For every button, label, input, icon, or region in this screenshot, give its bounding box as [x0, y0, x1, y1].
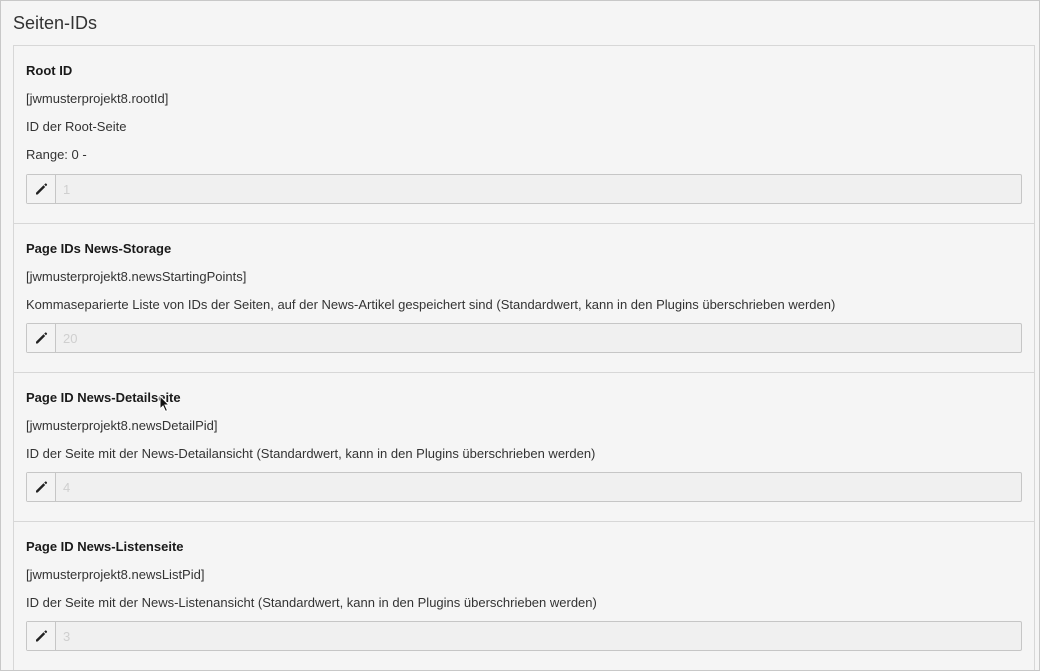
root-id-field — [26, 174, 1022, 204]
setting-news-storage: Page IDs News-Storage [jwmusterprojekt8.… — [14, 224, 1034, 373]
edit-news-list-page-button[interactable] — [27, 622, 56, 650]
setting-description: Kommaseparierte Liste von IDs der Seiten… — [26, 297, 836, 312]
settings-panel: Root ID [jwmusterprojekt8.rootId] ID der… — [13, 45, 1035, 670]
pencil-icon — [36, 630, 48, 642]
news-list-page-input[interactable] — [56, 622, 1021, 650]
setting-title: Page ID News-Listenseite — [26, 539, 184, 554]
setting-root-id: Root ID [jwmusterprojekt8.rootId] ID der… — [14, 46, 1034, 224]
setting-range: Range: 0 - — [26, 147, 87, 162]
pencil-icon — [36, 481, 48, 493]
edit-root-id-button[interactable] — [27, 175, 56, 203]
setting-key: [jwmusterprojekt8.rootId] — [26, 91, 169, 106]
edit-news-detail-page-button[interactable] — [27, 473, 56, 501]
setting-title: Page IDs News-Storage — [26, 241, 172, 256]
pencil-icon — [36, 183, 48, 195]
news-storage-input[interactable] — [56, 324, 1021, 352]
setting-title: Root ID — [26, 63, 73, 78]
setting-description: ID der Seite mit der News-Detailansicht … — [26, 446, 596, 461]
mouse-pointer-icon — [159, 395, 171, 413]
setting-title: Page ID News-Detailseite — [26, 390, 181, 405]
root-id-input[interactable] — [56, 175, 1021, 203]
setting-description: ID der Root-Seite — [26, 119, 127, 134]
news-storage-field — [26, 323, 1022, 353]
section-title: Seiten-IDs — [13, 13, 98, 33]
news-list-page-field — [26, 621, 1022, 651]
news-detail-page-input[interactable] — [56, 473, 1021, 501]
setting-key: [jwmusterprojekt8.newsListPid] — [26, 567, 205, 582]
setting-key: [jwmusterprojekt8.newsStartingPoints] — [26, 269, 247, 284]
settings-window: Seiten-IDs Root ID [jwmusterprojekt8.roo… — [0, 0, 1040, 671]
news-detail-page-field — [26, 472, 1022, 502]
pencil-icon — [36, 332, 48, 344]
setting-description: ID der Seite mit der News-Listenansicht … — [26, 595, 597, 610]
setting-key: [jwmusterprojekt8.newsDetailPid] — [26, 418, 218, 433]
edit-news-storage-button[interactable] — [27, 324, 56, 352]
setting-news-list-page: Page ID News-Listenseite [jwmusterprojek… — [14, 522, 1034, 670]
